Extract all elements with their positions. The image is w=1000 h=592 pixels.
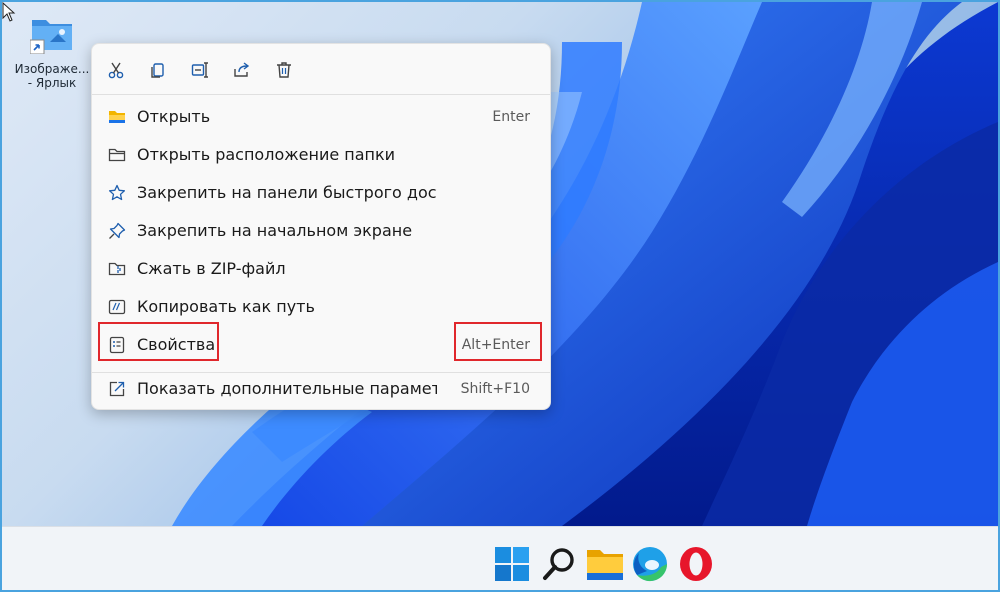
windows-start-icon (495, 547, 529, 581)
menu-item-label: Сжать в ZIP-файл (137, 260, 286, 278)
menu-item-pin-quick-access[interactable]: Закрепить на панели быстрого доступа (96, 176, 546, 210)
menu-item-copy-path[interactable]: Копировать как путь (96, 290, 546, 324)
mouse-cursor-icon (2, 2, 16, 22)
taskbar-edge-button[interactable] (630, 544, 670, 584)
copy-icon (151, 63, 164, 78)
taskbar (2, 526, 998, 590)
folder-icon (108, 146, 126, 164)
menu-item-open[interactable]: Открыть Enter (96, 100, 546, 134)
taskbar-file-explorer-button[interactable] (585, 544, 625, 584)
menu-item-zip[interactable]: Сжать в ZIP-файл (96, 252, 546, 286)
menu-item-label: Показать дополнительные параметры (137, 380, 437, 398)
menu-divider (92, 94, 550, 95)
taskbar-search-button[interactable] (539, 544, 579, 584)
zip-icon (108, 260, 126, 278)
menu-item-label: Копировать как путь (137, 298, 315, 316)
taskbar-start-button[interactable] (492, 544, 532, 584)
copy-button[interactable] (146, 58, 170, 82)
star-icon (108, 184, 126, 202)
more-options-icon (108, 380, 126, 398)
share-icon (234, 62, 250, 77)
delete-button[interactable] (272, 58, 296, 82)
cut-icon (108, 62, 124, 79)
desktop-shortcut[interactable]: Изображе... - Ярлык (14, 16, 90, 90)
desktop-shortcut-label: Изображе... - Ярлык (14, 62, 90, 90)
menu-item-label: Открыть расположение папки (137, 146, 396, 164)
search-icon (543, 548, 574, 580)
screenshot-frame: Изображе... - Ярлык Открыть Enter Открыт… (0, 0, 1000, 592)
menu-item-label: Закрепить на начальном экране (137, 222, 413, 240)
rename-icon (191, 62, 208, 78)
opera-icon (680, 547, 712, 581)
share-button[interactable] (230, 58, 254, 82)
menu-item-shortcut: Shift+F10 (460, 381, 530, 397)
rename-button[interactable] (188, 58, 212, 82)
edge-icon (633, 547, 668, 582)
context-menu-toolbar (92, 44, 550, 94)
copy-path-icon (108, 298, 126, 316)
file-explorer-icon (587, 550, 623, 580)
pin-icon (108, 222, 126, 240)
menu-item-pin-start[interactable]: Закрепить на начальном экране (96, 214, 546, 248)
folder-shortcut-icon (30, 16, 74, 54)
menu-item-label: Закрепить на панели быстрого доступа (137, 184, 437, 202)
menu-item-shortcut: Enter (492, 109, 530, 125)
delete-icon (277, 62, 291, 78)
menu-item-open-location[interactable]: Открыть расположение папки (96, 138, 546, 172)
menu-item-label: Открыть (137, 108, 211, 126)
annotation-highlight-shortcut (454, 322, 542, 361)
cut-button[interactable] (104, 58, 128, 82)
folder-open-icon (108, 108, 126, 126)
taskbar-opera-button[interactable] (676, 544, 716, 584)
annotation-highlight-properties (98, 322, 219, 361)
menu-item-more-options[interactable]: Показать дополнительные параметры Shift+… (96, 372, 546, 406)
